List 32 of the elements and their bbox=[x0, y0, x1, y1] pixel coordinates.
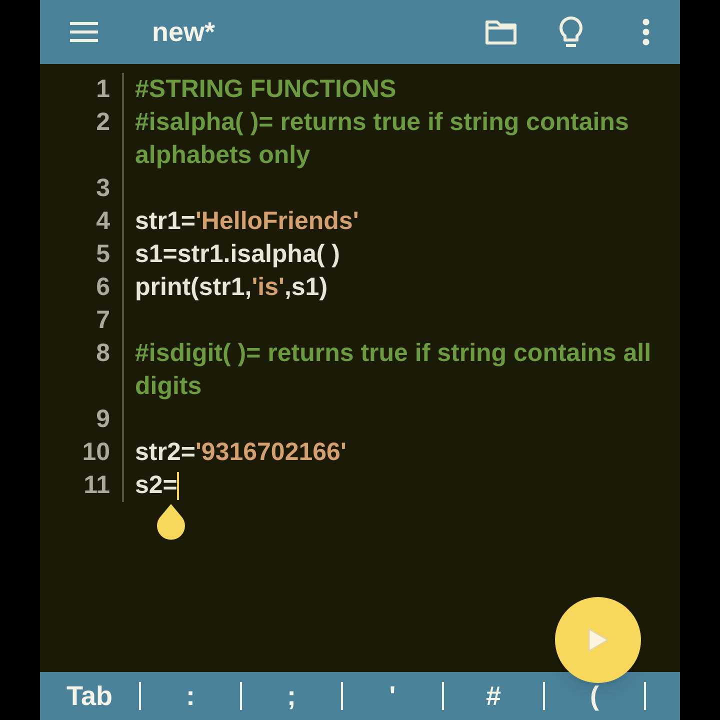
code-line: print(str1,'is',s1) bbox=[135, 273, 328, 301]
line-number: 5 bbox=[96, 239, 110, 270]
lightbulb-icon[interactable] bbox=[558, 15, 584, 49]
code-line: str1='HelloFriends' bbox=[135, 207, 359, 235]
line-number: 1 bbox=[96, 74, 110, 105]
symbol-key[interactable]: : bbox=[186, 682, 195, 710]
line-number: 10 bbox=[82, 437, 110, 468]
line-number: 9 bbox=[96, 404, 110, 435]
line-number: 7 bbox=[96, 305, 110, 336]
symbol-key[interactable]: ' bbox=[389, 682, 396, 710]
code-comment: #isdigit( )= returns true if string contains all digits bbox=[135, 339, 652, 400]
code-line: str2='9316702166' bbox=[135, 438, 346, 466]
line-number: 2 bbox=[96, 107, 110, 138]
file-title: new* bbox=[152, 16, 216, 49]
code-comment: #isalpha( )= returns true if string contains alphabets only bbox=[135, 108, 629, 169]
symbol-key[interactable]: # bbox=[486, 682, 502, 710]
symbol-key[interactable]: ; bbox=[287, 682, 296, 710]
code-comment: #STRING FUNCTIONS bbox=[135, 75, 396, 103]
menu-icon[interactable] bbox=[68, 20, 100, 44]
line-number: 4 bbox=[96, 206, 110, 237]
line-number: 8 bbox=[96, 338, 110, 369]
play-icon bbox=[586, 627, 610, 653]
code-line: s1=str1.isalpha( ) bbox=[135, 240, 340, 268]
symbol-key[interactable]: Tab bbox=[66, 682, 112, 710]
line-number: 6 bbox=[96, 272, 110, 303]
line-number: 3 bbox=[96, 173, 110, 204]
code-line: s2= bbox=[135, 471, 178, 499]
more-options-icon[interactable] bbox=[642, 18, 650, 46]
folder-icon[interactable] bbox=[484, 18, 518, 46]
cursor-handle[interactable] bbox=[155, 503, 187, 541]
symbol-key[interactable]: ( bbox=[590, 682, 599, 710]
line-number: 11 bbox=[84, 470, 110, 501]
